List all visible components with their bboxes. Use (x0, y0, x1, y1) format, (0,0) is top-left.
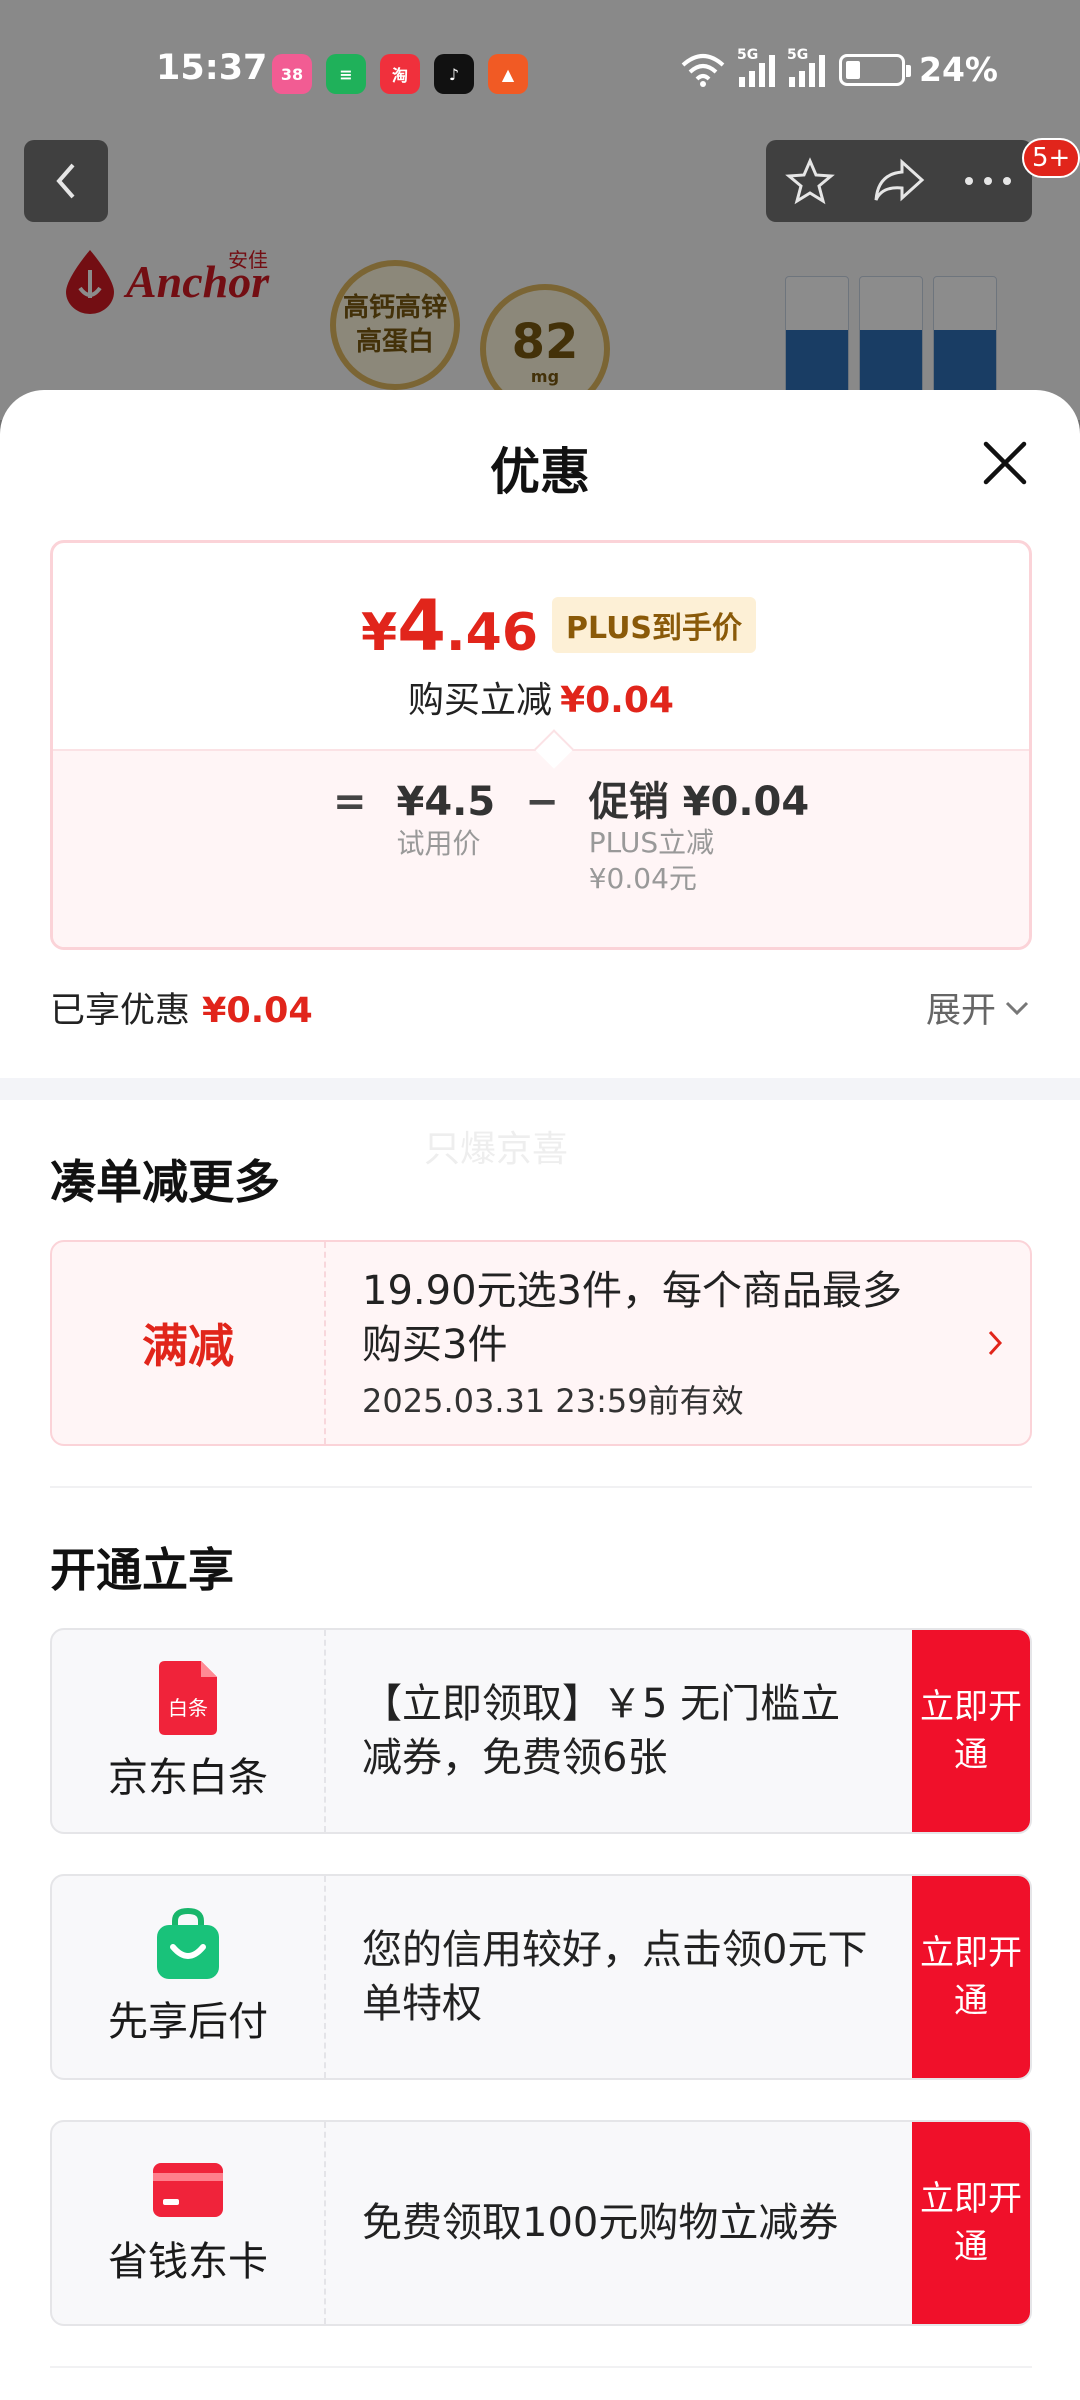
app-orange-icon: ▲ (488, 54, 528, 94)
chevron-down-icon (1005, 1001, 1029, 1015)
saving-card-brand: 省钱东卡 (52, 2122, 326, 2324)
coupon-desc: 19.90元选3件，每个商品最多购买3件 (362, 1268, 902, 1368)
pay-later-open-button[interactable]: 立即开通 (912, 1876, 1030, 2078)
open-section-title: 开通立享 (50, 1543, 234, 1597)
tiktok-icon: ♪ (434, 54, 474, 94)
baitiao-name: 京东白条 (108, 1755, 268, 1801)
notification-badge: 5+ (1022, 138, 1080, 178)
expand-label: 展开 (925, 991, 996, 1031)
promo-col: 促销 ¥0.04 PLUS立减 ¥0.04元 (589, 779, 809, 897)
plus-price-tag: PLUS到手价 (552, 597, 757, 653)
final-price: ¥4.46 (361, 585, 538, 667)
combine-section-title: 凑单减更多 (50, 1155, 280, 1209)
top-action-bar (766, 140, 1032, 222)
battery-percent: 24% (919, 50, 998, 89)
coupon-validity: 2025.03.31 23:59前有效 (362, 1382, 744, 1420)
enjoyed-value: ¥0.04 (202, 991, 313, 1031)
taobao-icon: 淘 (380, 54, 420, 94)
final-price-row: ¥4.46 PLUS到手价 (361, 585, 757, 667)
price-decimal: .46 (445, 603, 539, 663)
saving-card-desc: 免费领取100元购物立减券 (362, 2200, 839, 2246)
promo-sub-label: PLUS立减 (588, 826, 715, 859)
calc-row: = ¥4.5 试用价 − 促销 ¥0.04 PLUS立减 ¥0.04元 (333, 779, 809, 897)
baitiao-info: 【立即领取】￥5 无门槛立减券，免费领6张 (326, 1630, 912, 1832)
base-price-col: ¥4.5 试用价 (397, 779, 496, 863)
divider-line (50, 2366, 1032, 2368)
saving-card-open-button[interactable]: 立即开通 (912, 2122, 1030, 2324)
minus-sign: − (525, 779, 559, 825)
network-type: 5G (787, 46, 809, 63)
divider-line (50, 1486, 1032, 1488)
shopping-bag-icon (157, 1907, 219, 1979)
base-price-value: ¥4.5 (396, 779, 496, 825)
pay-later-info: 您的信用较好，点击领0元下单特权 (326, 1876, 912, 2078)
instant-discount-label: 购买立减 (408, 680, 553, 721)
discount-sheet: 优惠 ¥4.46 PLUS到手价 购买立减 ¥0.04 = ¥4.5 试用价 −… (0, 390, 1080, 2400)
star-icon[interactable] (784, 156, 835, 206)
baitiao-icon-text: 白条 (168, 1696, 208, 1720)
battery-icon (839, 53, 911, 86)
pay-later-name: 先享后付 (108, 1999, 268, 2045)
price-calculation: = ¥4.5 试用价 − 促销 ¥0.04 PLUS立减 ¥0.04元 (53, 749, 1029, 947)
wifi-icon (681, 53, 725, 87)
baitiao-brand: 白条 京东白条 (52, 1630, 326, 1832)
pay-later-card[interactable]: 先享后付 您的信用较好，点击领0元下单特权 立即开通 (50, 1874, 1032, 2080)
sheet-title: 优惠 (490, 443, 590, 501)
coupon-type-area: 满减 (52, 1242, 326, 1444)
baitiao-desc: 【立即领取】￥5 无门槛立减券，免费领6张 (362, 1681, 841, 1781)
coupon-type: 满减 (142, 1319, 234, 1373)
equals-sign: = (333, 779, 367, 825)
more-icon[interactable] (963, 175, 1013, 187)
base-price-label: 试用价 (396, 827, 481, 860)
network-type: 5G (737, 46, 759, 63)
watermark-text: 只爆京喜 (424, 1129, 569, 1170)
enjoyed-discount: 已享优惠 ¥0.04 (50, 982, 313, 1033)
promo-value: 促销 ¥0.04 (588, 779, 810, 825)
status-right: 5G 5G 24% (681, 47, 998, 89)
status-bar: 15:37 38 ≡ 淘 ♪ ▲ 5G 5G 24% (0, 40, 1080, 106)
promo-sub-value: ¥0.04元 (588, 862, 697, 895)
status-time: 15:37 (156, 48, 268, 88)
pay-later-desc: 您的信用较好，点击领0元下单特权 (362, 1927, 868, 2027)
baitiao-open-button[interactable]: 立即开通 (912, 1630, 1030, 1832)
back-button[interactable] (24, 140, 108, 222)
close-icon[interactable] (972, 430, 1038, 496)
pay-later-brand: 先享后付 (52, 1876, 326, 2078)
currency-symbol: ¥ (361, 603, 398, 663)
coupon-info: 19.90元选3件，每个商品最多购买3件 2025.03.31 23:59前有效 (326, 1242, 960, 1444)
enjoyed-label: 已享优惠 (50, 991, 191, 1031)
card-icon (153, 2163, 223, 2217)
saving-card-card[interactable]: 省钱东卡 免费领取100元购物立减券 立即开通 (50, 2120, 1032, 2326)
price-breakdown-card: ¥4.46 PLUS到手价 购买立减 ¥0.04 = ¥4.5 试用价 − 促销 … (50, 540, 1032, 950)
full-reduction-coupon[interactable]: 满减 19.90元选3件，每个商品最多购买3件 2025.03.31 23:59… (50, 1240, 1032, 1446)
chevron-left-icon (56, 163, 75, 199)
section-divider (0, 1078, 1080, 1100)
share-icon[interactable] (872, 158, 926, 204)
instant-discount-line: 购买立减 ¥0.04 (53, 671, 1029, 723)
status-app-icons: 38 ≡ 淘 ♪ ▲ (272, 54, 528, 94)
app-pink-icon: 38 (272, 54, 312, 94)
coupon-arrow (960, 1242, 1030, 1444)
chevron-right-icon (988, 1330, 1003, 1356)
baitiao-card[interactable]: 白条 京东白条 【立即领取】￥5 无门槛立减券，免费领6张 立即开通 (50, 1628, 1032, 1834)
app-green-icon: ≡ (326, 54, 366, 94)
saving-card-info: 免费领取100元购物立减券 (326, 2122, 912, 2324)
saving-card-name: 省钱东卡 (108, 2239, 268, 2285)
price-summary: ¥4.46 PLUS到手价 购买立减 ¥0.04 (53, 543, 1029, 749)
signal-5g-icon: 5G (737, 47, 775, 87)
signal-5g-icon: 5G (787, 47, 825, 87)
expand-button[interactable]: 展开 (926, 982, 1030, 1033)
baitiao-icon: 白条 (159, 1661, 217, 1735)
price-integer: 4 (397, 585, 446, 667)
instant-discount-value: ¥0.04 (560, 680, 674, 721)
